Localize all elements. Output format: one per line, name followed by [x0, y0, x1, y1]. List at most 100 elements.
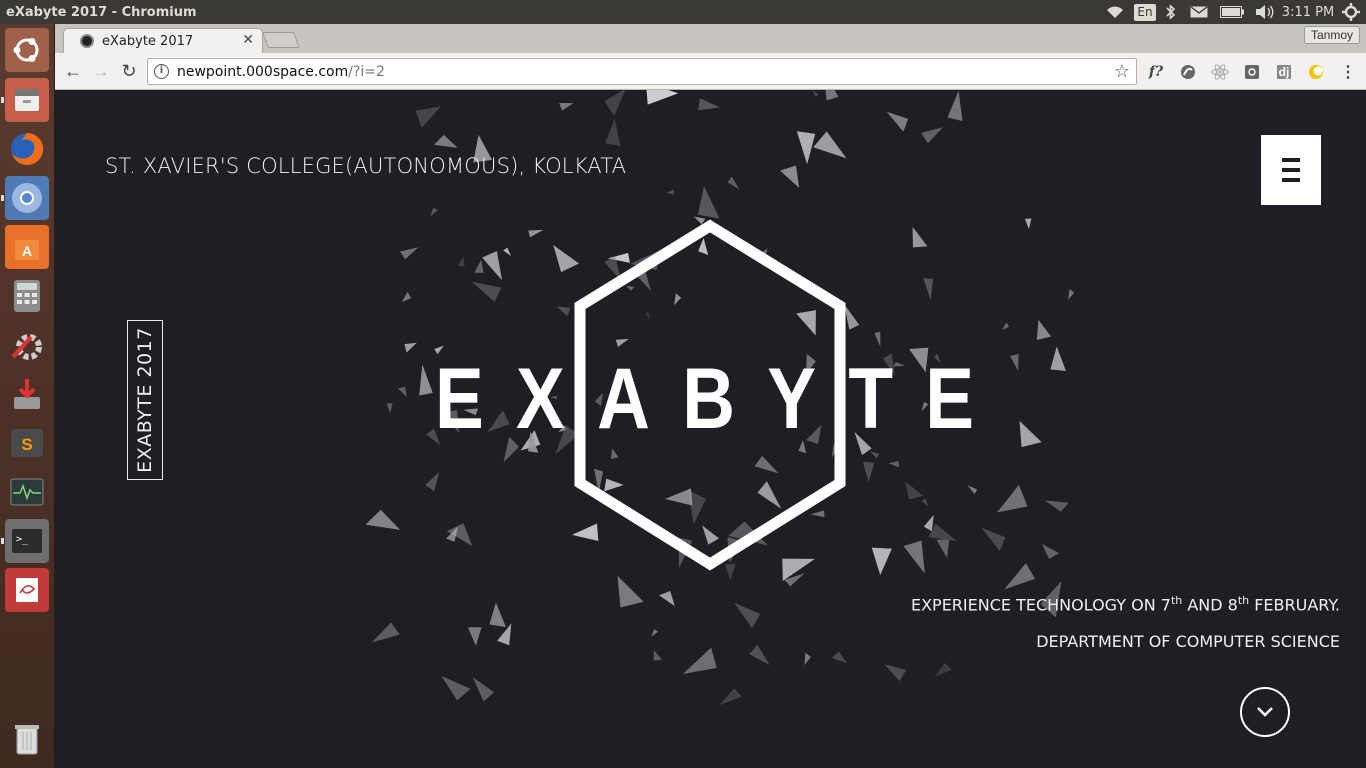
trash-icon[interactable] [5, 717, 49, 761]
firefox-icon[interactable] [5, 127, 49, 171]
side-event-text: EXABYTE 2017 [134, 327, 156, 473]
react-devtools-icon[interactable] [1210, 62, 1230, 82]
menu-bar-icon [1282, 178, 1300, 182]
glass-shard [1019, 420, 1042, 448]
glass-shard [947, 90, 963, 122]
glass-shard [659, 591, 675, 607]
files-icon[interactable] [1, 78, 49, 122]
new-tab-button[interactable] [262, 32, 300, 48]
glass-shard [434, 134, 458, 148]
glass-shard [528, 229, 544, 238]
glass-shard [934, 662, 952, 678]
glass-shard [871, 547, 892, 576]
document-viewer-icon[interactable] [5, 568, 49, 612]
power-gear-icon[interactable] [1336, 0, 1366, 24]
glass-shard [825, 90, 839, 101]
django-extension-icon[interactable]: dj [1274, 62, 1294, 82]
glass-shard [813, 131, 847, 159]
chrome-menu-icon[interactable]: ⋮ [1338, 62, 1358, 82]
svg-text:A: A [22, 243, 32, 259]
glass-shard [400, 247, 419, 260]
glass-shard [697, 186, 720, 219]
glass-shard [404, 342, 417, 353]
system-tray: En 3:11 PM [1098, 0, 1366, 24]
terminal-icon[interactable]: >_ [1, 519, 49, 563]
glass-shard [371, 622, 400, 643]
installer-icon[interactable] [5, 372, 49, 416]
site-info-icon[interactable]: i [154, 64, 169, 79]
ubuntu-dash-icon[interactable] [5, 28, 49, 72]
glass-shard [430, 207, 439, 217]
tab-exabyte[interactable]: eXabyte 2017 ✕ [63, 28, 263, 53]
glass-shard [666, 189, 674, 195]
calculator-icon[interactable] [5, 274, 49, 318]
glass-shard [482, 250, 503, 281]
glass-shard [749, 644, 770, 666]
site-favicon-icon [80, 34, 94, 48]
glass-shard [886, 111, 909, 132]
whatfont-extension-icon[interactable]: f? [1146, 62, 1166, 82]
glass-shard [653, 650, 662, 661]
glass-shard [401, 291, 412, 303]
glass-shard [489, 602, 506, 628]
night-mode-extension-icon[interactable] [1306, 62, 1326, 82]
forward-arrow-icon[interactable]: → [90, 60, 112, 82]
bookmark-star-icon[interactable]: ☆ [1114, 61, 1130, 82]
glass-shard [471, 281, 502, 302]
glass-shard [415, 106, 441, 128]
system-settings-icon[interactable] [5, 323, 49, 367]
glass-shard [967, 485, 978, 495]
hamburger-menu-button[interactable] [1261, 135, 1321, 205]
menu-bar-icon [1282, 168, 1300, 172]
top-panel: eXabyte 2017 - Chromium En 3:11 PM [0, 0, 1366, 24]
glass-shard [604, 90, 626, 117]
glass-shard [503, 247, 512, 257]
side-event-label: EXABYTE 2017 [127, 320, 163, 480]
url-host: newpoint.000space.com [177, 63, 349, 80]
wifi-icon[interactable] [1098, 0, 1132, 24]
redux-devtools-icon[interactable] [1242, 62, 1262, 82]
clock[interactable]: 3:11 PM [1280, 0, 1336, 24]
glass-shard [386, 403, 393, 414]
bluetooth-icon[interactable] [1158, 0, 1184, 24]
glass-shard [727, 176, 740, 190]
keyboard-layout-indicator[interactable]: En [1132, 0, 1158, 24]
chevron-down-icon [1257, 707, 1273, 717]
glass-shard [904, 481, 924, 500]
close-tab-icon[interactable]: ✕ [242, 32, 254, 48]
scroll-down-button[interactable] [1240, 687, 1290, 737]
glass-shard [888, 461, 900, 468]
glass-shard [921, 498, 929, 507]
glass-shard [936, 539, 950, 558]
glass-shard [556, 306, 571, 316]
glass-shard [997, 484, 1028, 513]
url-path: /?i=2 [348, 63, 385, 80]
glass-shard [912, 226, 928, 248]
event-brand-title: EXABYTE [435, 351, 1007, 447]
reload-icon[interactable]: ↻ [118, 60, 140, 82]
unity-launcher: A S >_ [0, 24, 55, 768]
glass-shard [1068, 289, 1075, 300]
glass-shard [1024, 218, 1032, 229]
chromium-icon[interactable] [1, 176, 49, 220]
glass-shard [1042, 543, 1059, 559]
extension-swirl-icon[interactable] [1178, 62, 1198, 82]
glass-shard [605, 118, 621, 147]
mail-icon[interactable] [1184, 0, 1214, 24]
glass-shard [874, 331, 881, 347]
svg-text:>_: >_ [16, 534, 29, 545]
glass-shard [683, 647, 717, 674]
glass-shard [862, 461, 875, 483]
volume-icon[interactable] [1250, 0, 1280, 24]
sublime-text-icon[interactable]: S [5, 421, 49, 465]
profile-button[interactable]: Tanmoy [1303, 26, 1360, 44]
event-date-line: EXPERIENCE TECHNOLOGY ON 7th AND 8th FEB… [910, 594, 1340, 615]
battery-icon[interactable] [1214, 0, 1250, 24]
window-title: eXabyte 2017 - Chromium [6, 4, 197, 20]
glass-shard [1036, 319, 1052, 340]
software-center-icon[interactable]: A [5, 225, 49, 269]
system-monitor-icon[interactable] [5, 470, 49, 514]
back-arrow-icon[interactable]: ← [62, 60, 84, 82]
glass-shard [559, 103, 574, 111]
address-bar[interactable]: i newpoint.000space.com/?i=2 ☆ [147, 58, 1137, 85]
